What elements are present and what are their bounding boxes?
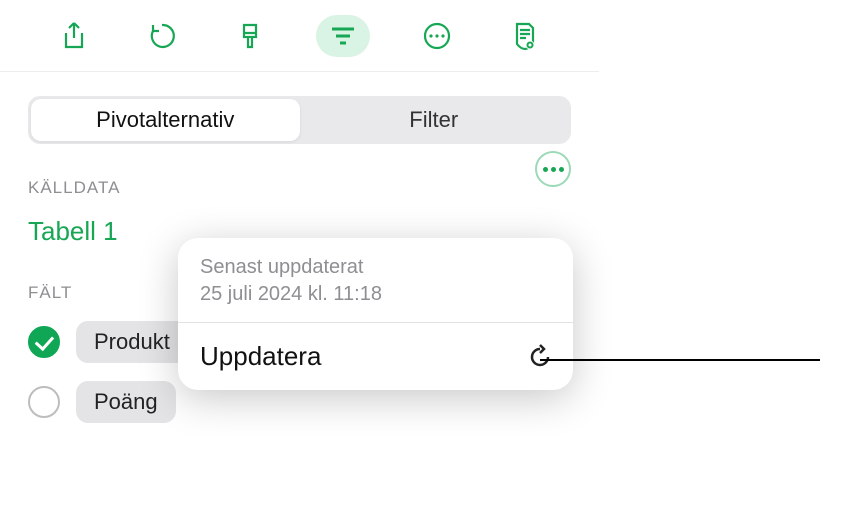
tab-filter[interactable]: Filter <box>300 99 569 141</box>
callout-line <box>540 359 820 361</box>
source-data-label: KÄLLDATA <box>28 178 120 198</box>
tab-pivot-options[interactable]: Pivotalternativ <box>31 99 300 141</box>
checkbox-unchecked-icon[interactable] <box>28 386 60 418</box>
field-pill[interactable]: Poäng <box>76 381 176 423</box>
toolbar <box>0 0 599 72</box>
refresh-button-label: Uppdatera <box>200 341 321 372</box>
checkbox-checked-icon[interactable] <box>28 326 60 358</box>
filter-lines-icon[interactable] <box>316 15 370 57</box>
more-icon[interactable] <box>416 15 458 57</box>
format-brush-icon[interactable] <box>229 15 271 57</box>
undo-icon[interactable] <box>141 15 183 57</box>
field-pill[interactable]: Produkt <box>76 321 188 363</box>
source-more-icon[interactable] <box>535 151 571 187</box>
popover-header: Senast uppdaterat 25 juli 2024 kl. 11:18 <box>178 238 573 322</box>
app-window: Pivotalternativ Filter KÄLLDATA Tabell 1… <box>0 0 600 511</box>
last-updated-label: Senast uppdaterat <box>200 254 551 281</box>
source-data-row: KÄLLDATA <box>28 144 571 198</box>
share-icon[interactable] <box>53 15 95 57</box>
refresh-button[interactable]: Uppdatera <box>178 323 573 390</box>
refresh-popover: Senast uppdaterat 25 juli 2024 kl. 11:18… <box>178 238 573 390</box>
segmented-control: Pivotalternativ Filter <box>28 96 571 144</box>
last-updated-value: 25 juli 2024 kl. 11:18 <box>200 281 551 308</box>
refresh-icon <box>527 344 553 370</box>
document-view-icon[interactable] <box>504 15 546 57</box>
